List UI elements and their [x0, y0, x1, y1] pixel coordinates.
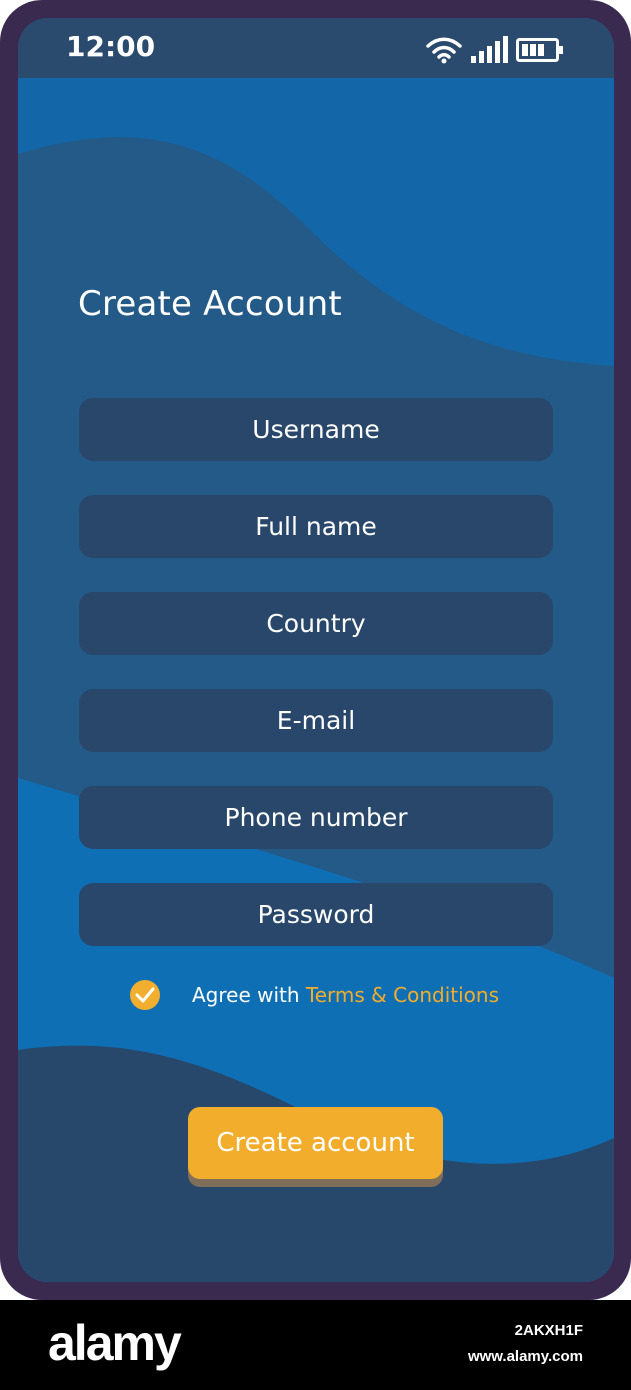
username-field[interactable]: Username — [79, 398, 553, 461]
status-bar: 12:00 — [18, 18, 614, 78]
stock-footer: alamy 2AKXH1F www.alamy.com — [0, 1300, 631, 1390]
full-name-field[interactable]: Full name — [79, 495, 553, 558]
app-screen: 12:00 Create Account Username Full name … — [18, 18, 614, 1282]
terms-checkbox[interactable] — [130, 980, 160, 1010]
email-field[interactable]: E-mail — [79, 689, 553, 752]
phone-number-field[interactable]: Phone number — [79, 786, 553, 849]
country-field[interactable]: Country — [79, 592, 553, 655]
image-id: 2AKXH1F — [514, 1322, 583, 1339]
wifi-icon — [426, 37, 462, 64]
status-icons — [426, 36, 564, 64]
background-waves — [18, 78, 614, 1282]
page-title: Create Account — [78, 284, 342, 324]
terms-agreement-row: Agree with Terms & Conditions — [130, 980, 499, 1010]
alamy-logo: alamy — [48, 1315, 182, 1371]
checkmark-icon — [135, 987, 155, 1003]
status-time: 12:00 — [66, 30, 156, 63]
create-account-button[interactable]: Create account — [188, 1107, 443, 1179]
footer-url: www.alamy.com — [467, 1348, 583, 1365]
signal-icon — [471, 36, 508, 63]
password-field[interactable]: Password — [79, 883, 553, 946]
battery-icon — [516, 38, 563, 62]
phone-frame: 12:00 Create Account Username Full name … — [0, 0, 631, 1300]
agree-prefix: Agree with — [192, 983, 300, 1007]
agree-text: Agree with Terms & Conditions — [192, 983, 499, 1007]
terms-link[interactable]: Terms & Conditions — [306, 983, 499, 1007]
